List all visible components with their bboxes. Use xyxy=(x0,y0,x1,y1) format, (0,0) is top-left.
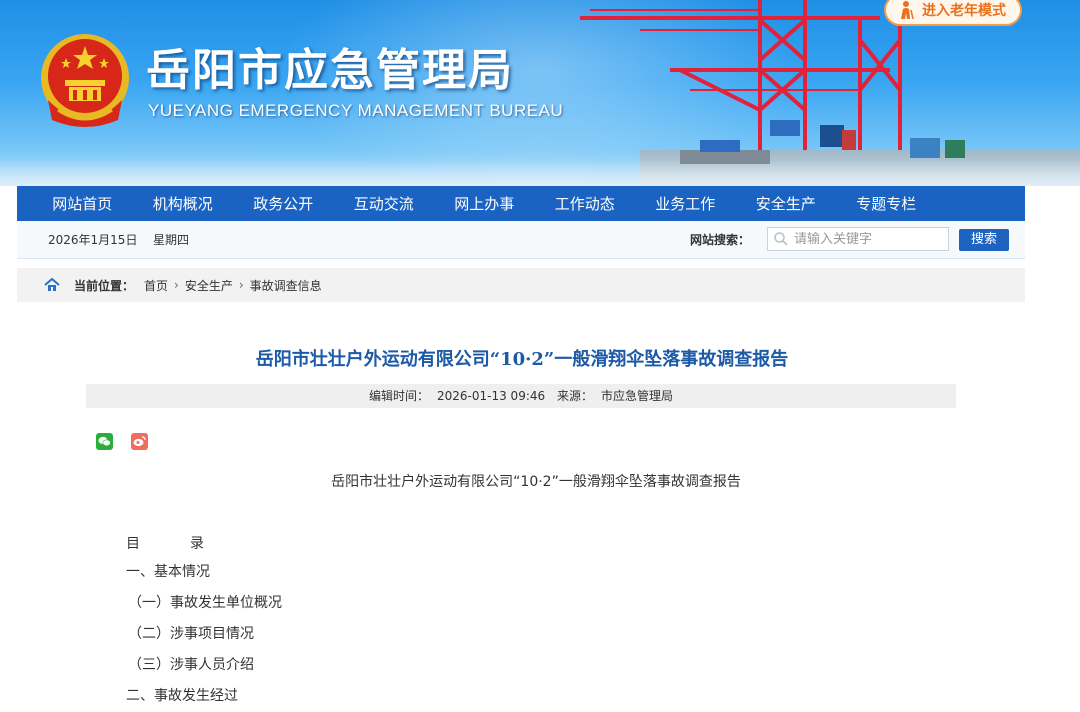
nav-item-safety[interactable]: 安全生产 xyxy=(736,193,837,214)
toc-item: 二、事故发生经过 xyxy=(126,688,238,704)
search-box xyxy=(767,227,949,251)
search-icon xyxy=(768,231,794,247)
site-title-english: YUEYANG EMERGENCY MANAGEMENT BUREAU xyxy=(148,101,564,120)
current-date: 2026年1月15日 xyxy=(48,233,138,247)
search-label: 网站搜索： xyxy=(690,233,751,247)
wechat-share-icon[interactable] xyxy=(96,433,113,450)
current-weekday: 星期四 xyxy=(153,233,190,247)
chevron-right-icon: › xyxy=(238,278,244,292)
toc-item: （二）涉事项目情况 xyxy=(128,626,254,642)
toc-item: 一、基本情况 xyxy=(126,564,210,580)
header-banner: 岳阳市应急管理局 YUEYANG EMERGENCY MANAGEMENT BU… xyxy=(0,0,1080,186)
national-emblem-icon xyxy=(41,34,129,127)
toc-heading-part1: 目 xyxy=(126,536,140,552)
nav-item-gov-info[interactable]: 政务公开 xyxy=(233,193,334,214)
elderly-person-icon xyxy=(901,1,914,20)
chevron-right-icon: › xyxy=(174,278,179,292)
toc-item: （一）事故发生单位概况 xyxy=(128,595,282,611)
breadcrumb-accident-info[interactable]: 事故调查信息 xyxy=(250,277,322,294)
nav-item-home[interactable]: 网站首页 xyxy=(32,193,133,214)
meta-source-label: 来源： xyxy=(556,389,593,403)
nav-item-interaction[interactable]: 互动交流 xyxy=(334,193,435,214)
breadcrumb-label: 当前位置： xyxy=(74,278,135,293)
breadcrumb-home[interactable]: 首页 xyxy=(144,277,168,294)
nav-item-special[interactable]: 专题专栏 xyxy=(836,193,937,214)
nav-item-about[interactable]: 机构概况 xyxy=(133,193,234,214)
nav-item-online-service[interactable]: 网上办事 xyxy=(434,193,535,214)
site-title: 岳阳市应急管理局 xyxy=(146,45,514,96)
search-input[interactable] xyxy=(794,231,944,247)
breadcrumb: 当前位置： 首页 › 安全生产 › 事故调查信息 xyxy=(17,268,1025,302)
nav-item-business[interactable]: 业务工作 xyxy=(635,193,736,214)
home-icon[interactable] xyxy=(44,278,60,292)
meta-source: 市应急管理局 xyxy=(600,389,673,403)
port-cranes-illustration xyxy=(580,0,965,164)
weibo-share-icon[interactable] xyxy=(131,433,148,450)
meta-edit-label: 编辑时间： xyxy=(368,389,429,403)
search-button[interactable]: 搜索 xyxy=(959,229,1009,251)
article-meta: 编辑时间： 2026-01-13 09:46 来源： 市应急管理局 xyxy=(86,384,956,408)
breadcrumb-safety[interactable]: 安全生产 xyxy=(185,277,233,294)
toc-heading: 目录 xyxy=(126,533,204,553)
toc-heading-part2: 录 xyxy=(190,536,204,552)
info-bar: 2026年1月15日 星期四 网站搜索： 搜索 xyxy=(17,221,1025,259)
table-of-contents: 一、基本情况 （一）事故发生单位概况 （二）涉事项目情况 （三）涉事人员介绍 二… xyxy=(126,564,282,712)
share-bar xyxy=(96,433,148,450)
elder-mode-label: 进入老年模式 xyxy=(922,3,1006,19)
article-title: 岳阳市壮壮户外运动有限公司“10·2”一般滑翔伞坠落事故调查报告 xyxy=(255,349,789,370)
nav-item-news[interactable]: 工作动态 xyxy=(535,193,636,214)
meta-edit-time: 2026-01-13 09:46 xyxy=(437,389,546,403)
elder-mode-button[interactable]: 进入老年模式 xyxy=(884,0,1022,26)
main-nav: 网站首页 机构概况 政务公开 互动交流 网上办事 工作动态 业务工作 安全生产 … xyxy=(17,186,1025,221)
article-body-title: 岳阳市壮壮户外运动有限公司“10·2”一般滑翔伞坠落事故调查报告 xyxy=(331,474,741,490)
toc-item: （三）涉事人员介绍 xyxy=(128,657,254,673)
